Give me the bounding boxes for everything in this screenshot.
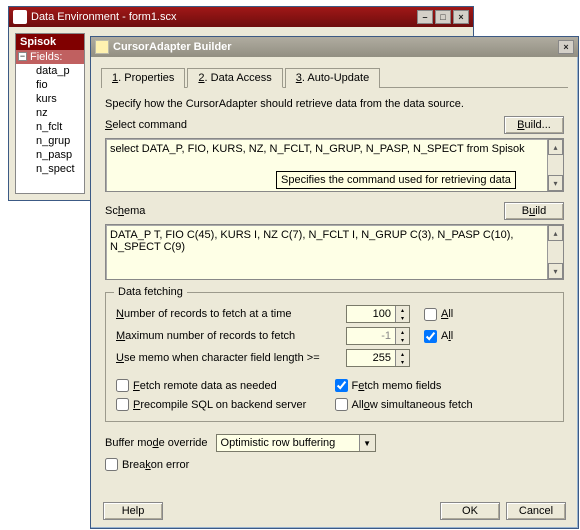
spinner-down-icon[interactable]: ▾ xyxy=(395,314,409,322)
scroll-up-icon[interactable]: ▴ xyxy=(548,139,563,155)
build-select-button[interactable]: Build... xyxy=(504,116,564,134)
maximize-button[interactable]: □ xyxy=(435,10,451,24)
scrollbar[interactable]: ▴▾ xyxy=(547,225,563,279)
sidebar-item[interactable]: n_fclt xyxy=(16,120,84,134)
spinner-up-icon[interactable]: ▴ xyxy=(395,306,409,314)
sidebar-header: Spisok xyxy=(16,34,84,50)
build-schema-button[interactable]: Build xyxy=(504,202,564,220)
scroll-down-icon[interactable]: ▾ xyxy=(548,263,563,279)
spinner-up-icon[interactable]: ▴ xyxy=(395,350,409,358)
sidebar-item[interactable]: data_p xyxy=(16,64,84,78)
intro-text: Specify how the CursorAdapter should ret… xyxy=(105,98,564,110)
fetch-remote-checkbox[interactable]: Fetch remote data as needed xyxy=(116,379,335,392)
cursoradapter-builder-dialog: CursorAdapter Builder × 1. Properties 2.… xyxy=(90,36,579,529)
sidebar-item[interactable]: kurs xyxy=(16,92,84,106)
window-icon xyxy=(13,10,27,24)
close-button[interactable]: × xyxy=(453,10,469,24)
schema-textarea[interactable]: DATA_P T, FIO C(45), KURS I, NZ C(7), N_… xyxy=(105,224,564,280)
select-tooltip: Specifies the command used for retrievin… xyxy=(276,171,516,189)
break-on-error-checkbox[interactable]: Break on error xyxy=(105,458,564,471)
minimize-button[interactable]: – xyxy=(417,10,433,24)
dialog-footer: Help OK Cancel xyxy=(91,502,578,520)
scroll-down-icon[interactable]: ▾ xyxy=(548,175,563,191)
dialog-title: CursorAdapter Builder xyxy=(113,41,232,53)
dialog-titlebar: CursorAdapter Builder × xyxy=(91,37,578,57)
max-records-input[interactable] xyxy=(347,328,395,344)
tab-properties[interactable]: 1. Properties xyxy=(101,68,185,88)
sidebar-item[interactable]: fio xyxy=(16,78,84,92)
cancel-button[interactable]: Cancel xyxy=(506,502,566,520)
max-records-label: Maximum number of records to fetch xyxy=(116,330,346,342)
max-records-all-checkbox[interactable]: All xyxy=(424,330,453,343)
sidebar-item[interactable]: n_spect xyxy=(16,162,84,176)
schema-label: Schema xyxy=(105,205,504,217)
scroll-up-icon[interactable]: ▴ xyxy=(548,225,563,241)
help-button[interactable]: Help xyxy=(103,502,163,520)
spinner-down-icon[interactable]: ▾ xyxy=(395,336,409,344)
scrollbar[interactable]: ▴▾ xyxy=(547,139,563,191)
ok-button[interactable]: OK xyxy=(440,502,500,520)
tab-bar: 1. Properties 2. Data Access 3. Auto-Upd… xyxy=(101,67,568,88)
memo-len-input[interactable] xyxy=(347,350,395,366)
sidebar-item[interactable]: nz xyxy=(16,106,84,120)
sidebar-group[interactable]: − Fields: xyxy=(16,50,84,64)
num-records-all-checkbox[interactable]: All xyxy=(424,308,453,321)
num-records-input[interactable] xyxy=(347,306,395,322)
num-records-spinner[interactable]: ▴▾ xyxy=(346,305,410,323)
fetch-memo-checkbox[interactable]: Fetch memo fields xyxy=(335,379,554,392)
sidebar-item[interactable]: n_grup xyxy=(16,134,84,148)
collapse-icon[interactable]: − xyxy=(18,52,27,61)
tab-auto-update[interactable]: 3. Auto-Update xyxy=(285,68,380,88)
precompile-checkbox[interactable]: Precompile SQL on backend server xyxy=(116,398,335,411)
dropdown-icon[interactable]: ▼ xyxy=(359,435,375,451)
data-fetching-legend: Data fetching xyxy=(114,286,187,298)
buffer-mode-select[interactable]: Optimistic row buffering ▼ xyxy=(216,434,376,452)
max-records-spinner[interactable]: ▴▾ xyxy=(346,327,410,345)
memo-len-spinner[interactable]: ▴▾ xyxy=(346,349,410,367)
buffer-mode-label: Buffer mode override xyxy=(105,437,208,449)
memo-len-label: Use memo when character field length >= xyxy=(116,352,346,364)
data-fetching-fieldset: Data fetching Number of records to fetch… xyxy=(105,292,564,422)
spinner-down-icon[interactable]: ▾ xyxy=(395,358,409,366)
fields-sidebar: Spisok − Fields: data_p fio kurs nz n_fc… xyxy=(15,33,85,194)
num-records-label: Number of records to fetch at a time xyxy=(116,308,346,320)
spinner-up-icon[interactable]: ▴ xyxy=(395,328,409,336)
tab-content: Specify how the CursorAdapter should ret… xyxy=(91,88,578,479)
tab-data-access[interactable]: 2. Data Access xyxy=(187,68,282,88)
select-command-textarea[interactable]: select DATA_P, FIO, KURS, NZ, N_FCLT, N_… xyxy=(105,138,564,192)
allow-sim-checkbox[interactable]: Allow simultaneous fetch xyxy=(335,398,554,411)
back-titlebar: Data Environment - form1.scx – □ × xyxy=(9,7,473,27)
dialog-icon xyxy=(95,40,109,54)
sidebar-item[interactable]: n_pasp xyxy=(16,148,84,162)
back-title: Data Environment - form1.scx xyxy=(31,11,177,23)
select-command-label: Select command xyxy=(105,119,504,131)
dialog-close-button[interactable]: × xyxy=(558,40,574,54)
